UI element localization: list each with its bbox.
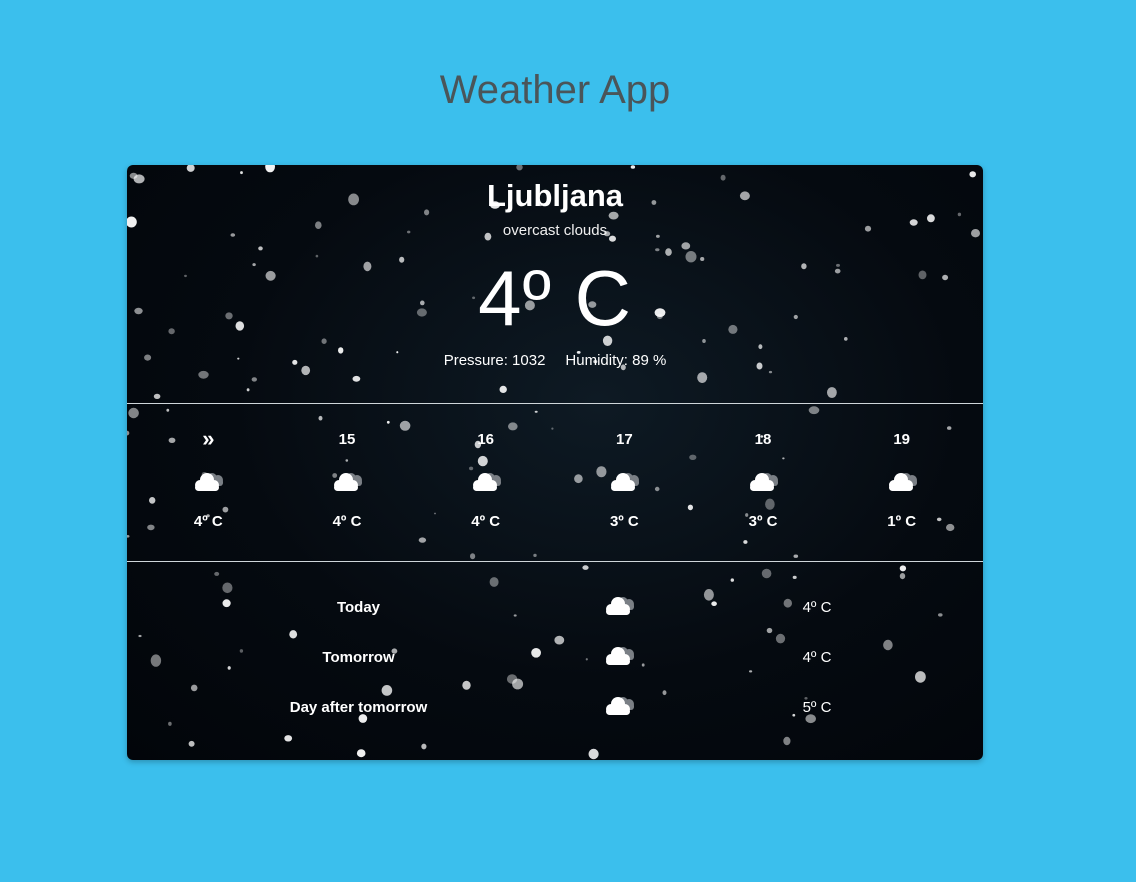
humidity-value: Humidity: 89 % (565, 352, 667, 369)
hourly-temp: 4º C (193, 513, 223, 530)
hourly-forecast: » 4º C 15 4º C 16 4º C 17 3º C 18 3º C 1… (139, 403, 971, 561)
hourly-temp: 3º C (609, 513, 639, 530)
day-temp: 5º C (802, 699, 832, 716)
day-temp: 4º C (802, 649, 832, 666)
day-name: Today (336, 599, 381, 616)
hourly-label: 18 (754, 431, 772, 448)
double-chevron-right-icon: » (202, 426, 215, 451)
cloud-icon (601, 593, 637, 619)
weather-card: Ljubljana overcast clouds 4º C Pressure:… (127, 165, 983, 760)
cloud-icon (329, 469, 365, 495)
snowflake (127, 430, 130, 436)
day-name: Tomorrow (322, 649, 395, 666)
weather-description: overcast clouds (502, 222, 608, 239)
weather-stats: Pressure: 1032 Humidity: 89 % (127, 352, 983, 369)
snowflake (127, 535, 130, 538)
hourly-item: 19 1º C (832, 403, 971, 561)
hourly-item: 17 3º C (555, 403, 694, 561)
hourly-item: 18 3º C (694, 403, 833, 561)
app-title: Weather App (439, 68, 671, 112)
cloud-icon (468, 469, 504, 495)
hourly-label: 16 (477, 431, 495, 448)
hourly-temp: 4º C (332, 513, 362, 530)
hourly-label[interactable]: » (139, 426, 278, 451)
cloud-icon (190, 469, 226, 495)
daily-row: Today 4º C (127, 589, 983, 629)
cloud-icon (601, 643, 637, 669)
hourly-item: » 4º C (139, 403, 278, 561)
hourly-label: 15 (338, 431, 356, 448)
pressure-value: Pressure: 1032 (443, 352, 546, 369)
hourly-temp: 3º C (748, 513, 778, 530)
hourly-item: 16 4º C (416, 403, 555, 561)
hourly-item: 15 4º C (278, 403, 417, 561)
cloud-icon (745, 469, 781, 495)
day-name: Day after tomorrow (289, 699, 428, 716)
daily-row: Tomorrow 4º C (127, 639, 983, 679)
hourly-temp: 4º C (471, 513, 501, 530)
hourly-label: 17 (616, 431, 633, 448)
current-weather: Ljubljana overcast clouds 4º C Pressure:… (127, 165, 983, 403)
cloud-icon (884, 469, 920, 495)
snowflake (128, 407, 139, 419)
daily-row: Day after tomorrow 5º C (127, 689, 983, 729)
city-name: Ljubljana (486, 178, 624, 213)
current-temperature: 4º C (478, 254, 632, 342)
daily-forecast: Today 4º C Tomorrow 4º C Day after tomor… (127, 561, 983, 760)
hourly-temp: 1º C (887, 513, 917, 530)
cloud-icon (601, 693, 637, 719)
cloud-icon (606, 469, 642, 495)
day-temp: 4º C (802, 599, 832, 616)
hourly-label: 19 (893, 431, 911, 448)
